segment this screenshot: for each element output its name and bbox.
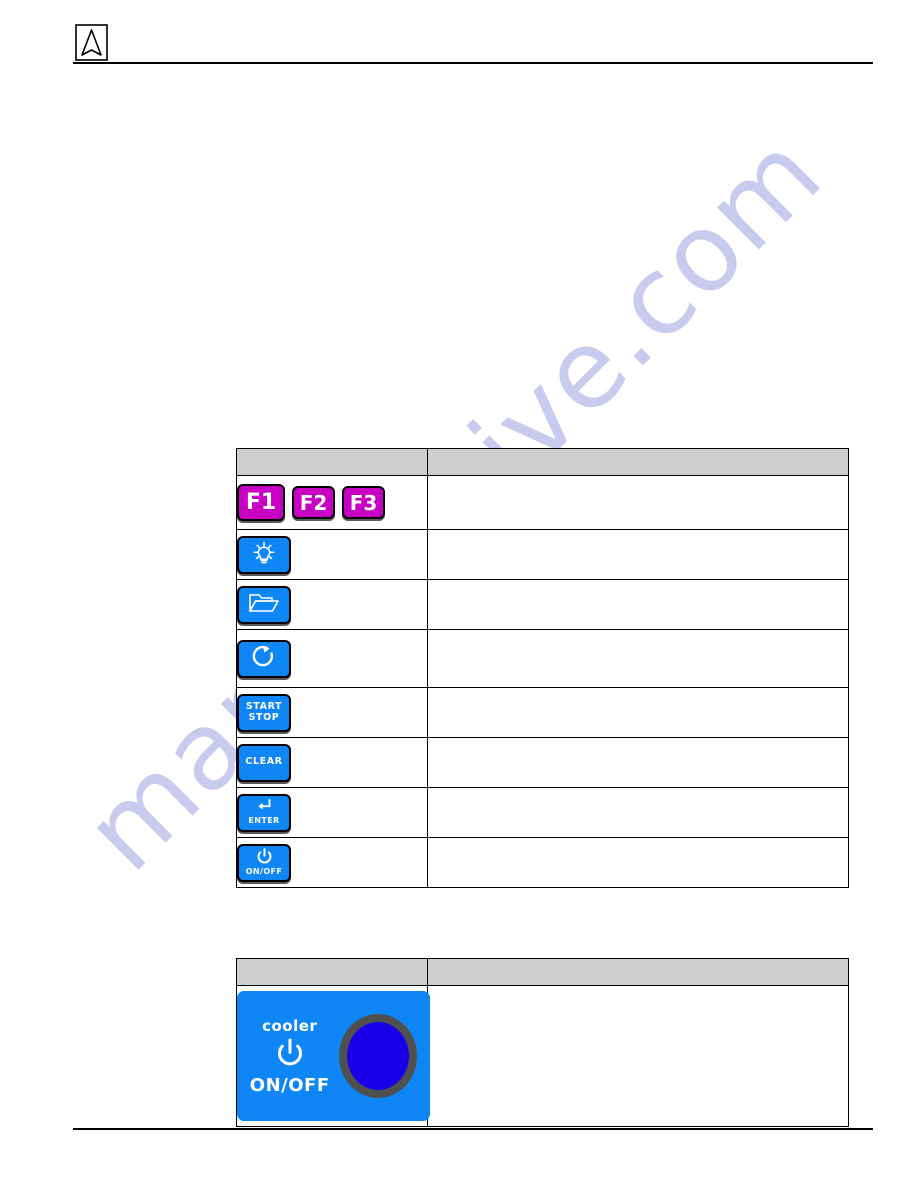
open-folder-key-description-cell [427,579,849,630]
clear-key[interactable]: CLEAR [237,743,291,782]
cooler-header-key-column [236,958,428,986]
table-row: F1 F2 F3 [236,475,849,530]
start-stop-key-description-cell [427,687,849,738]
power-icon [256,847,273,867]
table-header-row [236,448,849,476]
cooler-control-reference-table: cooler ON/OFF [236,958,849,1127]
table-row: START STOP [236,687,849,738]
f2-key-label: F2 [299,490,328,515]
enter-key-description-cell [427,787,849,838]
start-stop-key[interactable]: START STOP [237,693,291,732]
f1-key[interactable]: F1 [237,484,285,521]
start-stop-key-label-line1: START [245,701,283,712]
table-header-row [236,958,849,986]
keypad-key-reference-table: F1 F2 F3 START STOP CLEAR ENTER ON/OFF [236,448,849,888]
page-header [0,0,918,70]
table-row [236,579,849,630]
cooler-round-button[interactable] [339,1014,418,1098]
light-bulb-icon [251,540,277,569]
table-row: ENTER [236,787,849,838]
cooler-panel-labels: cooler ON/OFF [250,1017,330,1096]
table-row [236,629,849,688]
power-icon [273,1037,307,1073]
cooler-on-off-label: ON/OFF [249,1074,330,1096]
keypad-header-description-column [427,448,849,476]
f3-key-label: F3 [349,490,378,515]
clear-key-label: CLEAR [245,756,283,768]
on-off-key[interactable]: ON/OFF [237,843,291,882]
table-row: cooler ON/OFF [236,985,849,1127]
f2-key[interactable]: F2 [292,486,335,519]
function-keys-strip: F1 F2 F3 [237,484,427,521]
clear-key-description-cell [427,737,849,788]
table-row: CLEAR [236,737,849,788]
open-folder-icon [248,591,280,618]
header-divider-rule [73,62,873,64]
open-folder-key-cell [236,579,428,630]
refresh-key-cell [236,629,428,688]
refresh-key-description-cell [427,629,849,688]
refresh-key[interactable] [237,639,291,678]
start-stop-key-cell: START STOP [236,687,428,738]
enter-key[interactable]: ENTER [237,793,291,832]
clear-key-cell: CLEAR [236,737,428,788]
cooler-header-description-column [427,958,849,986]
enter-key-label: ENTER [248,816,280,826]
light-key-description-cell [427,529,849,580]
footer-divider-rule [73,1128,873,1130]
cooler-panel-cell: cooler ON/OFF [236,985,430,1127]
on-off-key-label: ON/OFF [245,866,283,876]
circular-arrow-refresh-icon [251,644,277,673]
table-row: ON/OFF [236,837,849,888]
enter-return-arrow-icon [256,798,272,816]
start-stop-key-label-line2: STOP [248,711,280,723]
table-row [236,529,849,580]
function-keys-description-cell [427,475,849,530]
cooler-panel-title: cooler [262,1016,318,1035]
cooler-description-cell [427,985,849,1127]
enter-key-cell: ENTER [236,787,428,838]
f1-key-label: F1 [245,489,277,515]
on-off-key-cell: ON/OFF [236,837,428,888]
arrow-in-square-logo [75,24,108,61]
open-folder-key[interactable] [237,585,291,624]
cooler-on-off-panel[interactable]: cooler ON/OFF [237,991,430,1121]
on-off-key-description-cell [427,837,849,888]
keypad-header-key-column [236,448,428,476]
light-key-cell [236,529,428,580]
light-key[interactable] [237,535,291,574]
f3-key[interactable]: F3 [342,486,385,519]
function-keys-cell: F1 F2 F3 [236,475,428,530]
